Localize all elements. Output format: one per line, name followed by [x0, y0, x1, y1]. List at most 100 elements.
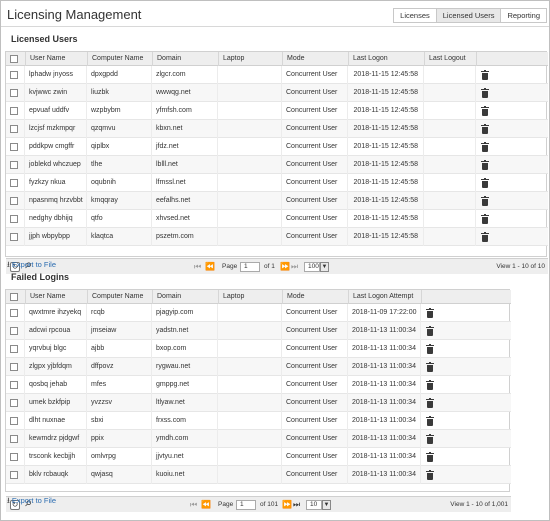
row-checkbox[interactable] — [10, 143, 18, 151]
row-checkbox[interactable] — [10, 471, 18, 479]
tab-licensed-users[interactable]: Licensed Users — [435, 8, 502, 23]
next-page-icon[interactable]: ⏩ — [280, 263, 290, 271]
trash-icon[interactable] — [481, 88, 489, 98]
column-header[interactable]: Computer Name — [87, 290, 152, 304]
tab-licenses[interactable]: Licenses — [393, 8, 437, 23]
trash-icon[interactable] — [426, 362, 434, 372]
column-header[interactable]: Domain — [152, 290, 218, 304]
trash-icon[interactable] — [426, 308, 434, 318]
row-checkbox[interactable] — [10, 345, 18, 353]
trash-icon[interactable] — [481, 196, 489, 206]
row-checkbox[interactable] — [10, 71, 18, 79]
row-checkbox[interactable] — [10, 89, 18, 97]
table-row[interactable]: yqrvbuj blgc ajbb bxop.com Concurrent User 2… — [6, 340, 511, 358]
row-checkbox[interactable] — [10, 453, 18, 461]
failed-logins-grid: User Name Computer Name Domain Laptop Mode La… — [5, 289, 511, 512]
table-row[interactable]: qwxtmre ihzyekq rcqb pjagyip.com Concurrent… — [6, 304, 511, 322]
column-header[interactable]: Domain — [152, 52, 218, 66]
first-page-icon[interactable]: ⏮ — [190, 501, 197, 509]
table-row[interactable]: kewmdrz pjdgwf ppix ymdh.com Concurrent Use… — [6, 430, 511, 448]
trash-icon[interactable] — [426, 434, 434, 444]
chevron-down-icon[interactable]: ▼ — [320, 262, 329, 272]
page-number-input[interactable]: 1 — [236, 500, 256, 510]
failed-export-link[interactable]: ⭳ Export to File — [7, 495, 56, 509]
trash-icon[interactable] — [481, 232, 489, 242]
row-checkbox[interactable] — [10, 381, 18, 389]
prev-page-icon[interactable]: ⏪ — [201, 501, 211, 509]
table-row[interactable]: lzcjsf mzkmpqr qzqmvu kbxn.net Concurrent U… — [6, 120, 548, 138]
row-checkbox[interactable] — [10, 327, 18, 335]
row-checkbox[interactable] — [10, 435, 18, 443]
column-header[interactable]: Last Logon — [348, 52, 424, 66]
row-checkbox[interactable] — [10, 179, 18, 187]
chevron-down-icon[interactable]: ▼ — [322, 500, 331, 510]
trash-icon[interactable] — [426, 416, 434, 426]
trash-icon[interactable] — [426, 452, 434, 462]
table-row[interactable]: fyzkzy nkua oqubnih lfmssl.net Concurrent U… — [6, 174, 548, 192]
select-all-checkbox[interactable] — [10, 293, 18, 301]
table-row[interactable]: adcwi rpcoua jmseiaw yadstn.net Concurrent … — [6, 322, 511, 340]
trash-icon[interactable] — [481, 124, 489, 134]
column-header[interactable]: Laptop — [218, 290, 282, 304]
trash-icon[interactable] — [481, 142, 489, 152]
table-row[interactable]: npasnmq hrzvbbt kmqqray eefalhs.net Concurr… — [6, 192, 548, 210]
last-page-icon[interactable]: ⏭ — [291, 263, 298, 271]
table-cell: Concurrent User — [286, 107, 338, 114]
trash-icon[interactable] — [426, 398, 434, 408]
page-size-select[interactable]: 10 — [306, 500, 322, 510]
trash-icon[interactable] — [426, 326, 434, 336]
table-row[interactable]: qosbq jehab mfes gmppg.net Concurrent User 2… — [6, 376, 511, 394]
trash-icon[interactable] — [426, 344, 434, 354]
trash-icon[interactable] — [481, 160, 489, 170]
trash-icon[interactable] — [426, 380, 434, 390]
row-checkbox[interactable] — [10, 233, 18, 241]
trash-icon[interactable] — [426, 470, 434, 480]
last-page-icon[interactable]: ⏭ — [293, 501, 300, 509]
table-row[interactable]: dlht nuxnae sbxi frxss.com Concurrent User 2… — [6, 412, 511, 430]
row-checkbox[interactable] — [10, 107, 18, 115]
column-header[interactable]: Last Logout — [424, 52, 476, 66]
first-page-icon[interactable]: ⏮ — [194, 263, 201, 271]
table-row[interactable]: nedghy dbhijq qtfo xhvsed.net Concurrent Us… — [6, 210, 548, 228]
table-cell: dffpovz — [91, 363, 114, 370]
page-size-select[interactable]: 100 — [304, 262, 320, 272]
row-checkbox[interactable] — [10, 215, 18, 223]
table-row[interactable]: joblekd whczuep tlhe lblll.net Concurrent U… — [6, 156, 548, 174]
column-header[interactable]: Computer Name — [87, 52, 152, 66]
table-row[interactable]: pddkpw cmgffr qiplbx jfdz.net Concurrent Us… — [6, 138, 548, 156]
column-header[interactable]: User Name — [25, 52, 87, 66]
column-header[interactable]: Last Logon Attempt — [348, 290, 421, 304]
row-checkbox[interactable] — [10, 309, 18, 317]
column-header[interactable]: Mode — [282, 290, 348, 304]
table-row[interactable]: umek bzkfpip yvzzsv ltlyaw.net Concurrent U… — [6, 394, 511, 412]
table-row[interactable]: lphadw jnyoss dpxgpdd zlgcr.com Concurrent … — [6, 66, 548, 84]
row-checkbox[interactable] — [10, 125, 18, 133]
column-header[interactable]: User Name — [25, 290, 87, 304]
table-row[interactable]: kvjwwc zwin liuzbk wwwqg.net Concurrent Use… — [6, 84, 548, 102]
prev-page-icon[interactable]: ⏪ — [205, 263, 215, 271]
row-checkbox[interactable] — [10, 363, 18, 371]
row-checkbox[interactable] — [10, 417, 18, 425]
table-cell: Concurrent User — [286, 381, 338, 388]
row-checkbox[interactable] — [10, 197, 18, 205]
licensed-export-link[interactable]: ⭳ Export to File — [7, 259, 56, 273]
trash-icon[interactable] — [481, 214, 489, 224]
row-checkbox[interactable] — [10, 161, 18, 169]
next-page-icon[interactable]: ⏩ — [282, 501, 292, 509]
table-row[interactable]: trsconk kecbjjh omlvrpg jjvtyu.net Concurre… — [6, 448, 511, 466]
row-checkbox[interactable] — [10, 399, 18, 407]
trash-icon[interactable] — [481, 178, 489, 188]
table-row[interactable]: zlgpx yjbfdqm dffpovz rygwau.net Concurrent… — [6, 358, 511, 376]
table-cell: joblekd whczuep — [29, 161, 81, 168]
column-header[interactable]: Mode — [282, 52, 348, 66]
trash-icon[interactable] — [481, 70, 489, 80]
column-header[interactable]: Laptop — [218, 52, 282, 66]
table-row[interactable]: bklv rcbauqk qwjasq kuoiu.net Concurrent Us… — [6, 466, 511, 484]
page-number-input[interactable]: 1 — [240, 262, 260, 272]
table-row[interactable]: epvuaf uddfv wzpbybm yfmfsh.com Concurrent … — [6, 102, 548, 120]
tab-reporting[interactable]: Reporting — [500, 8, 547, 23]
table-row[interactable]: jjph wbpybpp klaqtca pszetm.com Concurrent … — [6, 228, 548, 246]
table-cell: npasnmq hrzvbbt — [29, 197, 83, 204]
trash-icon[interactable] — [481, 106, 489, 116]
select-all-checkbox[interactable] — [10, 55, 18, 63]
